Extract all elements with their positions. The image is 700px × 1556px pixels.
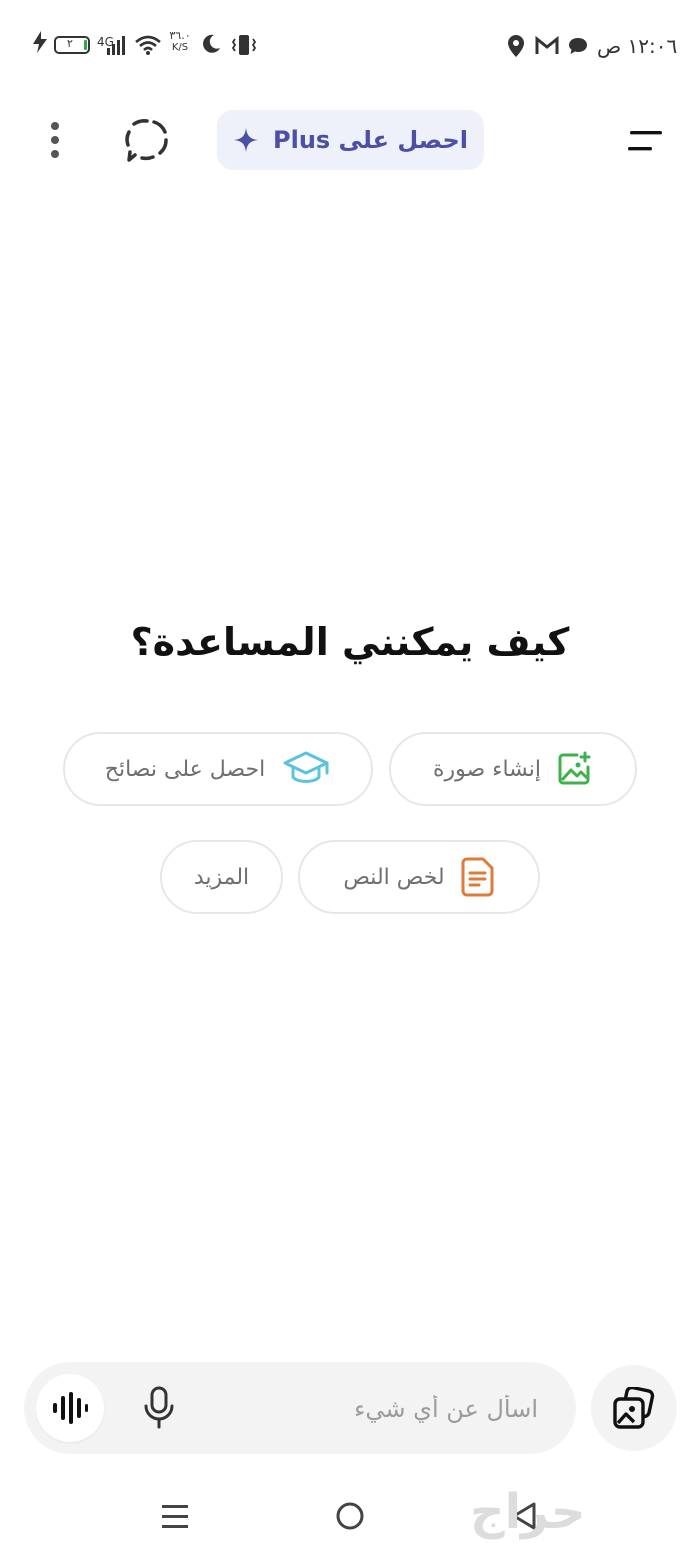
status-time: ١٢:٠٦ ص <box>597 34 678 58</box>
microphone-icon[interactable] <box>142 1386 176 1430</box>
moon-icon <box>203 34 220 53</box>
voice-wave-icon <box>53 1392 88 1424</box>
message-input[interactable] <box>236 1386 540 1432</box>
attach-image-button[interactable] <box>591 1365 677 1451</box>
chat-notification-icon <box>569 38 587 54</box>
graduation-cap-icon <box>283 751 329 783</box>
sparkle-icon <box>234 128 259 152</box>
location-icon <box>508 35 524 57</box>
gmail-icon <box>535 36 559 54</box>
sidebar-menu-icon[interactable] <box>626 128 664 154</box>
temporary-chat-icon[interactable] <box>124 119 170 163</box>
vibrate-icon <box>231 35 257 55</box>
image-icon <box>558 751 591 785</box>
wifi-icon <box>135 35 161 55</box>
chip-label: لخص النص <box>343 864 445 890</box>
status-bar: ٢ 4G ٣٦.٠ K/S ١٢:٠٦ ص <box>0 0 700 90</box>
net-speed: ٣٦.٠ K/S <box>169 29 191 54</box>
battery-icon: ٢ <box>54 36 90 54</box>
page-title: كيف يمكنني المساعدة؟ <box>130 620 570 664</box>
system-nav-bar <box>0 1480 700 1556</box>
charging-icon <box>33 31 47 53</box>
recent-apps-icon[interactable] <box>160 1502 190 1532</box>
chip-label: احصل على نصائح <box>104 756 266 782</box>
get-plus-label: احصل على Plus <box>273 126 468 154</box>
more-options-icon[interactable] <box>40 118 70 162</box>
gallery-icon <box>613 1387 655 1429</box>
get-plus-button[interactable]: احصل على Plus <box>217 110 484 170</box>
chip-label: المزيد <box>193 864 250 890</box>
home-icon[interactable] <box>334 1500 366 1532</box>
signal-icon <box>107 36 125 55</box>
document-icon <box>461 857 494 897</box>
composer-bar <box>24 1362 576 1454</box>
chip-label: إنشاء صورة <box>432 756 542 782</box>
chip-more[interactable]: المزيد <box>160 840 283 914</box>
chip-create-image[interactable]: إنشاء صورة <box>389 732 637 806</box>
watermark: حراج <box>470 1484 586 1540</box>
voice-mode-button[interactable] <box>36 1374 104 1442</box>
chip-summarize-text[interactable]: لخص النص <box>298 840 540 914</box>
chip-get-advice[interactable]: احصل على نصائح <box>63 732 373 806</box>
